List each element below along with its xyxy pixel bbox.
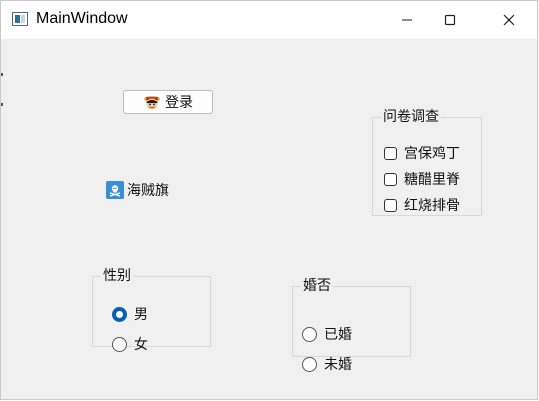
radio-label: 未婚 [324, 357, 352, 373]
survey-groupbox: 问卷调查 宫保鸡丁 糖醋里脊 红烧排骨 [372, 109, 482, 216]
pirate-flag-label: 海贼旗 [106, 180, 169, 200]
close-button[interactable] [485, 1, 533, 39]
radio-married[interactable]: 已婚 [302, 324, 352, 344]
maximize-icon [444, 14, 456, 26]
close-icon [503, 14, 515, 26]
window-title: MainWindow [36, 10, 128, 27]
radio-male[interactable]: 男 [112, 304, 148, 324]
straw-hat-avatar-icon [144, 96, 160, 110]
minimize-button[interactable] [383, 1, 431, 39]
radio-button-checked[interactable] [112, 306, 127, 322]
title-bar[interactable]: MainWindow [1, 1, 537, 39]
checkbox-sweet-sour-pork[interactable]: 糖醋里脊 [384, 169, 460, 189]
maximize-button[interactable] [426, 1, 474, 39]
radio-unmarried[interactable]: 未婚 [302, 354, 352, 374]
checkbox-label: 糖醋里脊 [404, 172, 460, 188]
radio-label: 女 [134, 337, 148, 353]
app-window-icon [12, 12, 28, 26]
radio-button[interactable] [302, 356, 317, 372]
survey-title: 问卷调查 [383, 109, 439, 125]
checkbox-box[interactable] [384, 172, 397, 186]
main-window: MainWindow 登录 海贼旗 问卷调查 宫保鸡丁 糖醋里脊 红烧排骨 性别… [0, 0, 538, 400]
gender-groupbox: 性别 男 女 [92, 268, 211, 353]
radio-label: 男 [134, 307, 148, 323]
checkbox-box[interactable] [384, 146, 397, 160]
radio-button[interactable] [112, 336, 127, 352]
pirate-flag-text: 海贼旗 [127, 183, 169, 199]
checkbox-box[interactable] [384, 198, 397, 212]
marital-status-groupbox: 婚否 已婚 未婚 [292, 278, 411, 373]
checkbox-label: 红烧排骨 [404, 198, 460, 214]
login-button-label: 登录 [165, 95, 193, 111]
pirate-flag-icon [106, 181, 124, 199]
radio-label: 已婚 [324, 327, 352, 343]
edge-artifact [1, 73, 3, 113]
radio-female[interactable]: 女 [112, 334, 148, 354]
marital-status-title: 婚否 [303, 278, 331, 294]
minimize-icon [402, 19, 412, 21]
checkbox-braised-ribs[interactable]: 红烧排骨 [384, 195, 460, 215]
checkbox-label: 宫保鸡丁 [404, 146, 460, 162]
radio-button[interactable] [302, 326, 317, 342]
gender-title: 性别 [103, 268, 131, 284]
checkbox-kung-pao-chicken[interactable]: 宫保鸡丁 [384, 143, 460, 163]
login-button[interactable]: 登录 [123, 90, 213, 114]
